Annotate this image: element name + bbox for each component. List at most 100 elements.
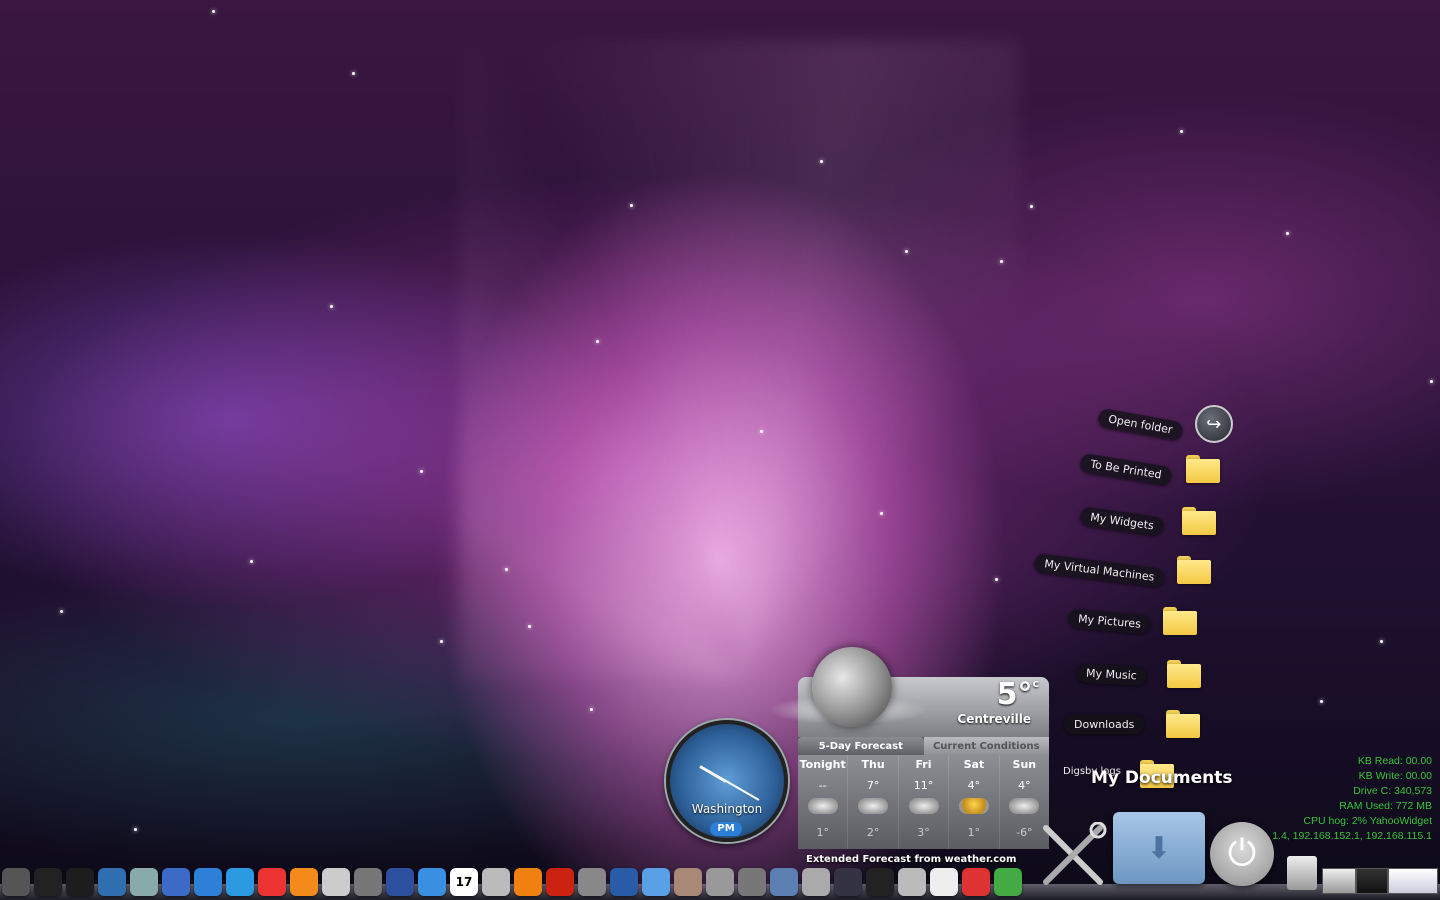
sysinfo-line: KB Read: 00.00 (1357, 755, 1432, 767)
chat-icon[interactable] (418, 868, 446, 896)
stack-label: My Virtual Machines (1033, 552, 1166, 588)
star (250, 560, 253, 563)
star (352, 72, 355, 75)
sysinfo-line: KB Write: 00.00 (1358, 770, 1432, 782)
clock-widget[interactable]: Washington PM (666, 720, 788, 842)
stack-to-be-printed[interactable]: To Be Printed (1079, 452, 1220, 486)
stack-downloads[interactable]: Downloads (1064, 710, 1201, 738)
wallpaper-aurora (460, 40, 1020, 680)
calendar-icon[interactable]: 17 (450, 868, 478, 896)
star (134, 828, 137, 831)
stack-my-pictures[interactable]: My Pictures (1067, 607, 1198, 635)
x11-icon[interactable] (866, 868, 894, 896)
terminal-icon[interactable] (34, 868, 62, 896)
home-icon[interactable] (322, 868, 350, 896)
star (630, 204, 633, 207)
tab-5-day-forecast[interactable]: 5-Day Forecast (798, 737, 924, 755)
computer-icon[interactable] (770, 868, 798, 896)
stack-label: Open folder (1096, 407, 1184, 441)
dvd-icon[interactable] (482, 868, 510, 896)
music-folder-icon (1166, 660, 1201, 688)
firefox-icon[interactable] (290, 868, 318, 896)
settings-icon[interactable] (2, 868, 30, 896)
star (330, 305, 333, 308)
stack-open-folder[interactable]: Open folder ↪ (1096, 405, 1233, 443)
star (590, 708, 593, 711)
safari-icon[interactable] (226, 868, 254, 896)
terminal-icon[interactable] (66, 868, 94, 896)
star (420, 470, 423, 473)
tab-current-conditions[interactable]: Current Conditions (923, 737, 1049, 755)
remote-icon[interactable] (386, 868, 414, 896)
hour-hand (699, 765, 727, 783)
tools-icon[interactable] (738, 868, 766, 896)
star (995, 578, 998, 581)
rain-icon (908, 798, 939, 814)
moon-icon (812, 647, 892, 727)
forecast-grid: Tonight -- 1° Thu 7° 2° Fri 11° 3° Sat 4° 1° Sun… (798, 755, 1049, 849)
notes-icon[interactable] (930, 868, 958, 896)
music-icon[interactable] (546, 868, 574, 896)
camera-icon[interactable] (354, 868, 382, 896)
star (1180, 130, 1183, 133)
trash-icon[interactable] (1287, 856, 1317, 890)
star (820, 160, 823, 163)
ie-icon[interactable] (194, 868, 222, 896)
itunes-icon[interactable] (642, 868, 670, 896)
clock-city: Washington (691, 802, 763, 816)
cloud-icon (807, 798, 838, 814)
stack-label: To Be Printed (1079, 452, 1173, 486)
forecast-day: Fri 11° 3° (897, 755, 948, 849)
star (528, 625, 531, 628)
weather-widget[interactable]: 5°c Centreville 5-Day Forecast Current C… (768, 647, 1049, 865)
globe-icon[interactable] (610, 868, 638, 896)
stack-my-music[interactable]: My Music (1075, 660, 1201, 688)
stack-label: My Pictures (1067, 607, 1152, 635)
stack-label: My Music (1075, 662, 1148, 686)
current-temperature: 5°c (996, 677, 1039, 712)
partly-sunny-icon (958, 798, 989, 814)
star (760, 430, 763, 433)
arrow-icon[interactable] (994, 868, 1022, 896)
taskbar-window-thumbnail[interactable] (1322, 868, 1356, 894)
sysinfo-line: RAM Used: 772 MB (1339, 800, 1432, 812)
vlc-icon[interactable] (514, 868, 542, 896)
preview-icon[interactable] (962, 868, 990, 896)
taskbar-window-thumbnail[interactable] (1356, 868, 1388, 894)
photos-icon[interactable] (674, 868, 702, 896)
system-info-widget: KB Read: 00.00 KB Write: 00.00 Drive C: … (1272, 754, 1432, 844)
pictures-folder-icon (1163, 607, 1198, 635)
star (1030, 205, 1033, 208)
weather-tabs: 5-Day Forecast Current Conditions (798, 737, 1049, 755)
stack-my-virtual-machines[interactable]: My Virtual Machines (1033, 552, 1211, 588)
star (212, 10, 215, 13)
tools-icon[interactable] (1040, 821, 1108, 888)
network-icon[interactable] (162, 868, 190, 896)
ampm-badge: PM (710, 822, 742, 836)
star (596, 340, 599, 343)
taskbar-window-thumbnail[interactable] (1388, 868, 1438, 894)
mail-icon[interactable] (898, 868, 926, 896)
globe-icon[interactable] (130, 868, 158, 896)
sysinfo-line: CPU hog: 2% YahooWidget (1303, 815, 1432, 827)
power-icon[interactable]: ⏻ (1210, 822, 1274, 886)
downloads-folder-icon[interactable]: ⬇ (1113, 812, 1205, 884)
star (440, 640, 443, 643)
star (880, 512, 883, 515)
sysinfo-line: Drive C: 340,573 (1353, 785, 1432, 797)
star (505, 568, 508, 571)
browser-icon[interactable] (98, 868, 126, 896)
star (60, 610, 63, 613)
folder-icon (1166, 710, 1201, 738)
star (1320, 700, 1323, 703)
preferences-icon[interactable] (706, 868, 734, 896)
chrome-icon[interactable] (258, 868, 286, 896)
rain-icon (1009, 798, 1040, 814)
printer-icon[interactable] (802, 868, 830, 896)
folder-icon (1185, 455, 1220, 483)
time-machine-icon[interactable] (834, 868, 862, 896)
gimp-icon[interactable] (578, 868, 606, 896)
dock: 17 (0, 860, 1032, 896)
stack-my-widgets[interactable]: My Widgets (1079, 505, 1216, 537)
stack-label: My Widgets (1079, 505, 1165, 537)
